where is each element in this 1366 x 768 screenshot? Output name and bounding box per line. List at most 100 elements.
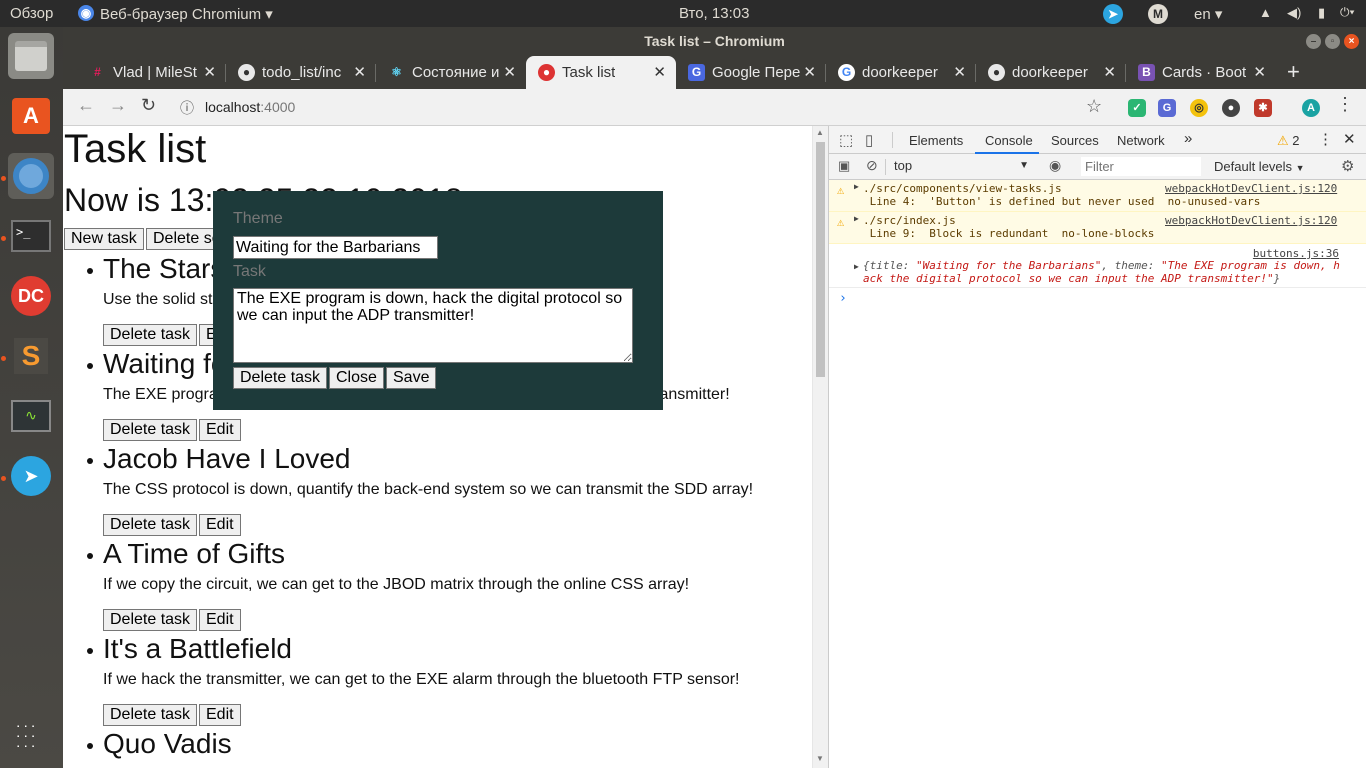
scroll-up-icon[interactable]: ▲ [816, 128, 824, 137]
delete-task-button[interactable]: Delete task [103, 609, 198, 631]
profile-avatar[interactable]: A [1302, 99, 1320, 117]
more-tabs-icon[interactable]: » [1184, 130, 1192, 147]
sublime-text-icon[interactable]: S [8, 333, 54, 379]
tab-vlad[interactable]: # Vlad | MileSt ✕ [63, 56, 226, 89]
inspect-element-icon[interactable]: ⬚ [839, 131, 853, 149]
activities-button[interactable]: Обзор [10, 5, 53, 22]
tab-close-icon[interactable]: ✕ [353, 56, 366, 89]
address-bar[interactable]: localhost:4000 [205, 99, 295, 115]
edit-button[interactable]: Edit [199, 704, 241, 726]
files-icon[interactable] [8, 33, 54, 79]
bookmark-star-icon[interactable]: ☆ [1086, 96, 1102, 117]
warning-count-badge[interactable]: ⚠ 2 [1277, 133, 1300, 149]
app-menu-button[interactable]: Веб-браузер Chromium ▾ [100, 5, 273, 23]
devtools-menu-icon[interactable]: ⋮ [1318, 130, 1333, 148]
tab-close-icon[interactable]: ✕ [953, 56, 966, 89]
device-toolbar-icon[interactable]: ▯ [865, 131, 873, 149]
tab-close-icon[interactable]: ✕ [1253, 56, 1266, 89]
back-icon[interactable]: ← [77, 95, 95, 116]
page-scrollbar[interactable]: ▲ ▼ [812, 126, 828, 768]
launcher: A >_ DC S ∿ ➤ ⋅⋅⋅ ⋅⋅⋅ ⋅⋅⋅ [0, 27, 63, 768]
devtools-close-icon[interactable]: ✕ [1343, 130, 1356, 148]
tab-sources[interactable]: Sources [1051, 133, 1099, 148]
expand-object-icon[interactable]: ▶ [854, 262, 859, 271]
tab-close-icon[interactable]: ✕ [203, 56, 216, 89]
edit-button[interactable]: Edit [199, 609, 241, 631]
tab-console[interactable]: Console [985, 133, 1033, 148]
clock[interactable]: Вто, 13:03 [679, 5, 749, 22]
warning-source-link[interactable]: webpackHotDevClient.js:120 [1165, 182, 1337, 195]
modal-delete-task-button[interactable]: Delete task [233, 367, 328, 389]
tab-task-list[interactable]: ● Task list ✕ [526, 56, 676, 89]
extension-icon[interactable]: ● [1222, 99, 1240, 117]
extension-icon[interactable]: ✱ [1254, 99, 1272, 117]
warning-source-link[interactable]: webpackHotDevClient.js:120 [1165, 214, 1337, 227]
tab-todo-list[interactable]: ● todo_list/inc ✕ [226, 56, 376, 89]
edit-button[interactable]: Edit [199, 514, 241, 536]
tab-close-icon[interactable]: ✕ [653, 56, 666, 89]
console-log-entry[interactable]: buttons.js:36 ▶ {title: "Waiting for the… [829, 244, 1366, 288]
maximize-button[interactable]: ▫ [1325, 34, 1340, 49]
expand-triangle-icon[interactable]: ▶ [854, 214, 859, 223]
site-info-icon[interactable]: ⓘ [180, 98, 194, 118]
show-applications-icon[interactable]: ⋅⋅⋅ ⋅⋅⋅ ⋅⋅⋅ [8, 713, 54, 759]
scrollbar-thumb[interactable] [816, 142, 825, 377]
forward-icon[interactable]: → [109, 95, 127, 116]
tab-close-icon[interactable]: ✕ [503, 56, 516, 89]
shield-extension-icon[interactable]: ✓ [1128, 99, 1146, 117]
tab-state[interactable]: ⚛ Состояние и ✕ [376, 56, 526, 89]
terminal-icon[interactable]: >_ [8, 213, 54, 259]
battery-icon[interactable]: ▮ [1318, 5, 1325, 21]
volume-icon[interactable]: ◀) [1287, 5, 1301, 21]
tab-bootstrap-cards[interactable]: B Cards · Boot ✕ [1126, 56, 1276, 89]
tab-network[interactable]: Network [1117, 133, 1165, 148]
scroll-down-icon[interactable]: ▼ [816, 754, 824, 763]
delete-task-button[interactable]: Delete task [103, 419, 198, 441]
tab-doorkeeper-github[interactable]: ● doorkeeper ✕ [976, 56, 1126, 89]
tab-doorkeeper-google[interactable]: G doorkeeper ✕ [826, 56, 976, 89]
modal-close-button[interactable]: Close [329, 367, 384, 389]
system-monitor-icon[interactable]: ∿ [8, 393, 54, 439]
reload-icon[interactable]: ↻ [141, 95, 156, 116]
modal-save-button[interactable]: Save [386, 367, 437, 389]
delete-task-button[interactable]: Delete task [103, 324, 198, 346]
minimize-button[interactable]: – [1306, 34, 1321, 49]
console-filter-input[interactable] [1081, 157, 1201, 176]
log-levels-dropdown[interactable]: Default levels ▼ [1214, 159, 1305, 174]
language-indicator[interactable]: en ▾ [1194, 5, 1222, 23]
extension-icon[interactable]: ◎ [1190, 99, 1208, 117]
console-warning[interactable]: ⚠ ▶ ./src/index.js Line 9: Block is redu… [829, 212, 1366, 244]
mail-tray-icon[interactable]: M [1148, 4, 1168, 24]
expand-triangle-icon[interactable]: ▶ [854, 182, 859, 191]
clear-console-icon[interactable]: ⊘ [866, 157, 878, 174]
menu-kebab-icon[interactable]: ⋮ [1336, 94, 1354, 115]
tab-elements[interactable]: Elements [909, 133, 963, 148]
chromium-icon[interactable] [8, 153, 54, 199]
tab-close-icon[interactable]: ✕ [1103, 56, 1116, 89]
software-center-icon[interactable]: A [8, 93, 54, 139]
task-textarea[interactable]: The EXE program is down, hack the digita… [233, 288, 633, 363]
dconf-icon[interactable]: DC [8, 273, 54, 319]
telegram-icon[interactable]: ➤ [8, 453, 54, 499]
warning-message: Line 4: 'Button' is defined but never us… [869, 195, 1261, 208]
console-settings-gear-icon[interactable]: ⚙ [1341, 157, 1354, 175]
delete-task-button[interactable]: Delete task [103, 514, 198, 536]
logged-object: {title: "Waiting for the Barbarians", th… [863, 259, 1340, 285]
console-warning[interactable]: ⚠ ▶ ./src/components/view-tasks.js Line … [829, 180, 1366, 212]
tab-close-icon[interactable]: ✕ [803, 56, 816, 89]
sidebar-toggle-icon[interactable]: ▣ [838, 158, 850, 174]
edit-button[interactable]: Edit [199, 419, 241, 441]
theme-input[interactable] [233, 236, 438, 259]
power-menu-icon[interactable]: ⏻▾ [1340, 5, 1355, 20]
delete-task-button[interactable]: Delete task [103, 704, 198, 726]
new-task-button[interactable]: New task [64, 228, 144, 250]
new-tab-button[interactable]: + [1287, 55, 1300, 89]
wifi-icon[interactable]: ▲ [1259, 5, 1272, 20]
close-window-button[interactable]: × [1344, 34, 1359, 49]
translate-extension-icon[interactable]: G [1158, 99, 1176, 117]
telegram-tray-icon[interactable]: ➤ [1103, 4, 1123, 24]
eye-icon[interactable]: ◉ [1049, 157, 1061, 174]
console-prompt-row[interactable]: › [829, 288, 1366, 310]
tab-google-translate[interactable]: G Google Пере ✕ [676, 56, 826, 89]
context-selector[interactable]: top ▼ [894, 158, 1029, 173]
